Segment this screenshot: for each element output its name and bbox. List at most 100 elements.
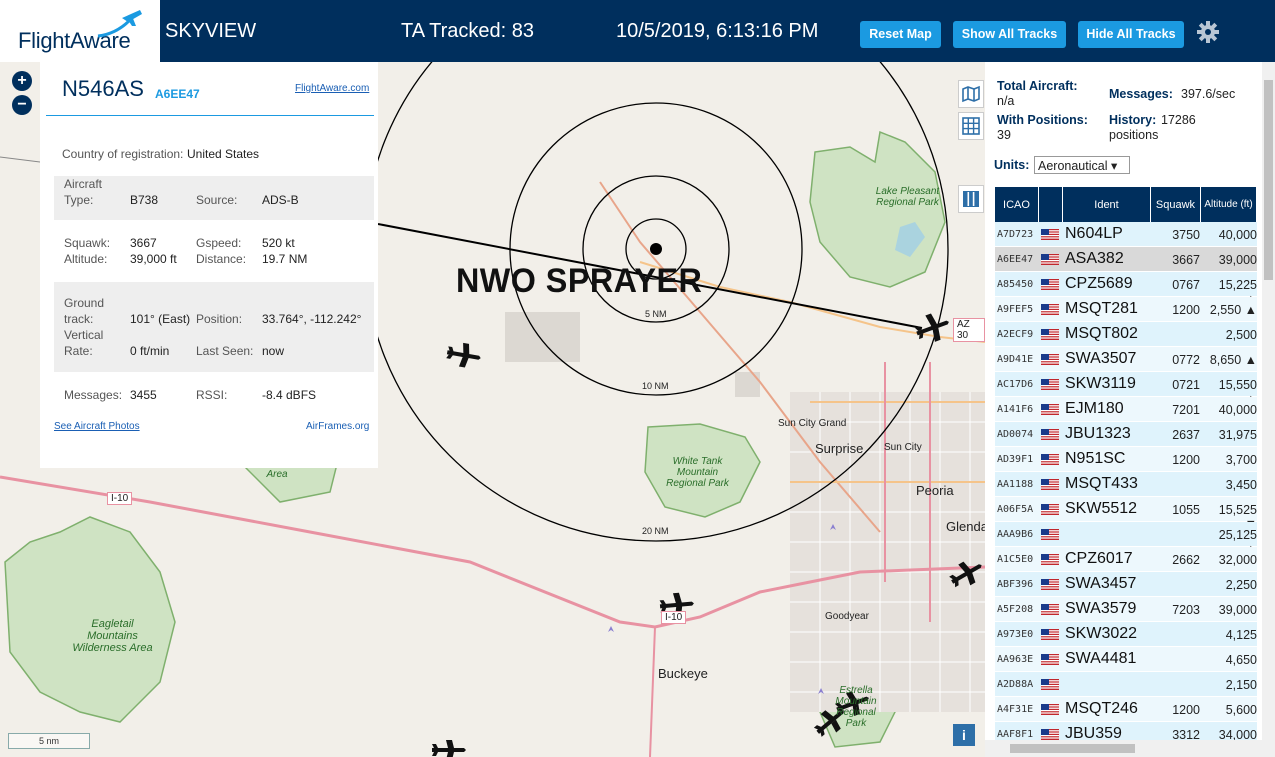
altitude-cell: 40,000 (1218, 228, 1257, 242)
col-altitude[interactable]: Altitude (ft) (1201, 187, 1257, 222)
us-flag-icon (1041, 579, 1059, 590)
ident-cell: JBU1323 (1065, 425, 1131, 442)
table-row[interactable]: A5F208 SWA3579 7203 39,000 (995, 597, 1257, 622)
flightaware-link[interactable]: FlightAware.com (295, 83, 369, 94)
grid-toggle-button[interactable] (958, 112, 984, 140)
place-label: Surprise (815, 441, 864, 456)
table-header: ICAO Ident Squawk Altitude (ft) (995, 187, 1257, 222)
total-aircraft-value: n/a (997, 94, 1015, 108)
scale-bar: 5 nm (8, 733, 90, 749)
icao-cell: AA1188 (997, 479, 1034, 490)
scroll-thumb[interactable] (1264, 80, 1273, 280)
aircraft-hex: A6EE47 (155, 87, 200, 101)
table-row[interactable]: AAA9B625,125 ▲ (995, 522, 1257, 556)
table-row[interactable]: A973E0 SKW3022 4,125 (995, 622, 1257, 647)
col-squawk[interactable]: Squawk (1151, 187, 1201, 222)
table-row[interactable]: A6EE47 ASA382 3667 39,000 (995, 247, 1257, 272)
grid-icon (962, 117, 980, 135)
ident-cell: SWA3457 (1065, 575, 1137, 592)
table-row[interactable]: A141F6 EJM180 7201 40,000 (995, 397, 1257, 422)
altitude-cell: 2,150 (1225, 678, 1257, 692)
table-row[interactable]: AA1188 MSQT433 3,450 (995, 472, 1257, 497)
country-label: Country of registration: (62, 147, 184, 161)
ring-label-20nm: 20 NM (642, 526, 669, 536)
table-row[interactable]: A06F5ASKW5512105515,525 ▼ (995, 497, 1257, 531)
ident-cell: CPZ5689 (1065, 275, 1133, 292)
squawk-cell: 7201 (1172, 403, 1200, 417)
horizontal-scrollbar[interactable] (985, 740, 1275, 757)
table-row[interactable]: A2D88A 2,150 (995, 672, 1257, 697)
airframes-link[interactable]: AirFrames.org (306, 421, 369, 432)
type-label: Aircraft Type: (64, 177, 103, 207)
overlay-caption: NWO SPRAYER (456, 262, 703, 300)
col-flag[interactable] (1039, 187, 1063, 222)
altitude-label: Altitude: (64, 252, 108, 266)
icao-cell: A2ECF9 (997, 329, 1034, 340)
table-row[interactable]: ABF396 SWA3457 2,250 (995, 572, 1257, 597)
us-flag-icon (1041, 454, 1059, 465)
table-row[interactable]: AA963E SWA4481 4,650 (995, 647, 1257, 672)
table-row[interactable]: A85450CPZ5689076715,225 ▲ (995, 272, 1257, 306)
distance-value: 19.7 NM (262, 252, 308, 266)
distance-label: Distance: (196, 252, 247, 266)
table-row[interactable]: A4F31E MSQT246 1200 5,600 (995, 697, 1257, 722)
table-row[interactable]: A1C5E0 CPZ6017 2662 32,000 (995, 547, 1257, 572)
altitude-cell: 2,550 ▲ (1209, 303, 1257, 317)
col-ident[interactable]: Ident (1063, 187, 1151, 222)
zoom-out-button[interactable]: − (12, 95, 32, 115)
squawk-cell: 0721 (1172, 378, 1200, 392)
gspeed-value: 520 kt (262, 236, 295, 250)
messages-rate-value: 397.6/sec (1181, 87, 1236, 101)
gear-icon[interactable] (1196, 20, 1220, 44)
place-label: Sun City Grand (778, 418, 847, 429)
altitude-cell: 2,250 (1225, 578, 1257, 592)
units-select[interactable]: Aeronautical ▾ (1034, 156, 1130, 174)
table-row[interactable]: AD0074 JBU1323 2637 31,975 (995, 422, 1257, 447)
reset-map-button[interactable]: Reset Map (860, 21, 941, 48)
icao-cell: A9D41E (997, 354, 1034, 365)
ident-cell: SKW5512 (1065, 500, 1138, 517)
info-button[interactable]: i (953, 724, 975, 746)
hide-all-tracks-button[interactable]: Hide All Tracks (1078, 21, 1184, 48)
highway-shield: I-10 (107, 492, 133, 505)
history-value: 17286 positions (1109, 113, 1196, 142)
altitude-cell: 31,975 (1218, 428, 1257, 442)
ident-cell: ASA382 (1065, 250, 1124, 267)
squawk-cell: 0767 (1172, 278, 1200, 292)
icao-cell: AD39F1 (997, 454, 1034, 465)
scroll-thumb[interactable] (1010, 744, 1135, 753)
table-row[interactable]: A2ECF9 MSQT802 2,500 (995, 322, 1257, 347)
map-icon (962, 85, 980, 103)
column-toggle-button[interactable] (958, 185, 984, 213)
squawk-cell: 1200 (1172, 303, 1200, 317)
track-label: Ground track: (64, 296, 105, 326)
aircraft-ident: N546AS (62, 76, 144, 101)
flightaware-logo[interactable]: FlightAware (0, 0, 160, 62)
table-row[interactable]: A9D41E SWA3507 0772 8,650 ▲ (995, 347, 1257, 372)
table-row[interactable]: AD39F1 N951SC 1200 3,700 (995, 447, 1257, 472)
squawk-label: Squawk: (64, 236, 111, 250)
position-value: 33.764°, -112.242° (262, 312, 362, 326)
us-flag-icon (1041, 279, 1059, 290)
zoom-in-button[interactable]: + (12, 71, 32, 91)
icao-cell: AA963E (997, 654, 1034, 665)
us-flag-icon (1041, 429, 1059, 440)
altitude-value: 39,000 ft (130, 252, 177, 266)
park-label: Area (266, 469, 288, 480)
table-row[interactable]: A7D723 N604LP 3750 40,000 (995, 222, 1257, 247)
icao-cell: A85450 (997, 279, 1034, 290)
col-icao[interactable]: ICAO (995, 187, 1039, 222)
us-flag-icon (1041, 679, 1059, 690)
table-row[interactable]: A9FEF5 MSQT281 1200 2,550 ▲ (995, 297, 1257, 322)
vertical-scrollbar[interactable] (1262, 62, 1275, 742)
aircraft-list-panel: Total Aircraft: n/a With Positions: 39 M… (985, 62, 1275, 757)
us-flag-icon (1041, 604, 1059, 615)
map-layers-button[interactable] (958, 80, 984, 108)
altitude-cell: 40,000 (1218, 403, 1257, 417)
altitude-cell: 5,600 (1225, 703, 1257, 717)
aircraft-photos-link[interactable]: See Aircraft Photos (54, 421, 140, 432)
show-all-tracks-button[interactable]: Show All Tracks (953, 21, 1066, 48)
altitude-cell: 39,000 (1218, 253, 1257, 267)
park-label: Lake Pleasant Regional Park (875, 186, 940, 208)
table-row[interactable]: AC17D6SKW3119072115,550 ▲ (995, 372, 1257, 406)
